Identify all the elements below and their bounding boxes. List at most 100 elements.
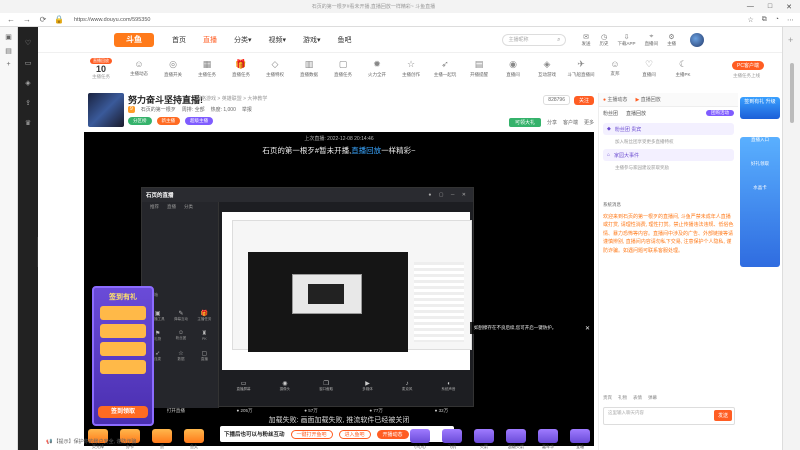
header-icon-item[interactable]: ⇩ 下载APP — [618, 33, 636, 47]
category-item[interactable]: ☾ 主播PK — [666, 57, 700, 87]
collections-icon[interactable]: ▤ — [0, 47, 17, 55]
gift-item[interactable]: 飞机 — [438, 429, 466, 450]
video-player[interactable]: 上次直播: 2022-12-08 20:14:46 石页的第一根歹#暂未开播,直… — [84, 132, 594, 446]
host-name[interactable]: 石页的第一根歹 — [141, 106, 176, 113]
send-button[interactable]: 发送 — [713, 410, 732, 421]
task-counter[interactable]: 直播回放 10 主播任务 — [84, 57, 118, 87]
category-item[interactable]: ✹ 火力全开 — [360, 57, 394, 87]
chat-tool[interactable]: 表情 — [633, 395, 642, 401]
header-icon-item[interactable]: ✉ 发送 — [582, 33, 591, 47]
header-icon-item[interactable]: ◷ 历史 — [600, 33, 609, 47]
nav-item[interactable]: 鱼吧 — [338, 35, 352, 45]
report-link[interactable]: 举报 — [242, 106, 252, 113]
profile-icon[interactable]: ◔ — [775, 16, 779, 24]
category-item[interactable]: ◈ 互动游戏 — [530, 57, 564, 87]
header-icon-item[interactable]: ⌖ 直播间 — [645, 33, 659, 47]
tab-fanclub[interactable]: 粉丝团 — [603, 110, 618, 117]
promo-top[interactable]: 签到有礼 升级 — [740, 97, 780, 119]
nav-game[interactable]: ◈ — [18, 79, 38, 87]
nav-member[interactable]: ♛ — [18, 119, 38, 127]
menu-icon[interactable]: ⋯ — [787, 16, 794, 24]
refresh-icon[interactable]: ⟳ — [38, 15, 48, 24]
tabs-icon[interactable]: ▣ — [0, 33, 17, 41]
nav-item[interactable]: 分类▾ — [234, 35, 252, 45]
room-tag[interactable]: 新主播 — [156, 117, 180, 125]
nav-item[interactable]: 首页 — [172, 35, 186, 45]
star-icon[interactable]: ☆ — [747, 16, 753, 24]
source-item[interactable]: ◖ 系统声音 — [441, 381, 455, 392]
fanclub-item[interactable]: ◆ 粉丝团 贵宾 — [603, 123, 734, 135]
category-item[interactable]: ◉ 直播间 — [496, 57, 530, 87]
source-item[interactable]: ▶ 多媒体 — [362, 380, 373, 392]
category-item[interactable]: ◎ 直播开关 — [156, 57, 190, 87]
gift-item[interactable]: 小心心 — [406, 429, 434, 450]
chat-tool[interactable]: 弹幕 — [648, 395, 657, 401]
toolbox-item[interactable]: ☺ 粉丝团 — [169, 330, 192, 342]
toolbox-item[interactable]: ▢ 直播 — [193, 350, 216, 362]
search-icon[interactable]: ⌕ — [557, 35, 560, 46]
preview-tab[interactable]: 直播 — [167, 204, 176, 210]
nav-live[interactable]: ▭ — [18, 59, 38, 67]
toolbox-item[interactable]: 🎁 主播任务 — [193, 310, 216, 322]
category-item[interactable]: ▦ 主播任务 — [190, 57, 224, 87]
nav-follow[interactable]: ♡ — [18, 39, 38, 47]
extensions-icon[interactable]: ⧉ — [762, 16, 767, 24]
room-tag[interactable]: 分区榜 — [128, 117, 152, 125]
signin-widget[interactable]: 签到有礼 签到领取 — [92, 286, 154, 426]
signin-button[interactable]: 签到领取 — [98, 406, 148, 418]
source-item[interactable]: ▭ 直播屏幕 — [237, 380, 251, 392]
chat-tool[interactable]: 礼物 — [618, 395, 627, 401]
category-item[interactable]: ▤ 开播提醒 — [462, 57, 496, 87]
gift-item[interactable]: 嘉年华 — [534, 429, 562, 450]
follow-button[interactable]: 关注 — [573, 95, 594, 105]
scrollbar-thumb[interactable] — [790, 63, 794, 123]
back-icon[interactable]: ← — [6, 15, 16, 24]
room-action[interactable]: 客户端 — [563, 119, 578, 126]
url-field[interactable]: https://www.douyu.com/595350 — [74, 17, 741, 23]
replay-link[interactable]: 直播回放 — [351, 146, 381, 155]
toolbox-item[interactable]: ✎ 弹幕互动 — [169, 310, 192, 322]
category-item[interactable]: ▢ 直播任务 — [326, 57, 360, 87]
room-tag[interactable]: 超级主播 — [185, 117, 213, 125]
category-item[interactable]: ▥ 直播数据 — [292, 57, 326, 87]
preview-tab[interactable]: 分类 — [184, 204, 193, 210]
panel-head-replay[interactable]: ▶ 直播回放 — [635, 96, 660, 103]
chat-input[interactable]: 这里输入聊天内容 发送 — [603, 407, 735, 425]
home-event-item[interactable]: ⌂ 家园大事件 — [603, 149, 734, 161]
close-icon[interactable]: ✕ — [585, 325, 590, 332]
category-item[interactable]: ✈ 斗飞船直播间 — [564, 57, 598, 87]
room-action[interactable]: 分享 — [547, 119, 557, 126]
category-item[interactable]: ☺ 友邦 — [598, 57, 632, 87]
forward-icon[interactable]: → — [22, 15, 32, 24]
gift-claim-button[interactable]: 可领大礼 — [508, 118, 541, 127]
chat-tool[interactable]: 贵宾 — [603, 395, 612, 401]
add-icon[interactable]: + — [0, 61, 17, 68]
category-item[interactable]: ♡ 直播间 — [632, 57, 666, 87]
group-buy-pill[interactable]: 团购活动 — [706, 110, 734, 116]
promo-item[interactable]: 水晶卡 — [740, 185, 780, 191]
gift-item[interactable]: 赞 — [148, 429, 176, 450]
avatar[interactable] — [690, 32, 705, 47]
gift-item[interactable]: 鱼丸 — [180, 429, 208, 450]
add-icon[interactable]: + — [788, 35, 793, 45]
room-avatar[interactable] — [88, 93, 124, 127]
category-item[interactable]: ◇ 主播特权 — [258, 57, 292, 87]
search-input[interactable]: 主播昵称 ⌕ — [501, 33, 566, 46]
category-item[interactable]: ➶ 主播一起玩 — [428, 57, 462, 87]
site-logo[interactable]: 斗鱼 — [114, 32, 154, 47]
minimize-button[interactable]: — — [747, 3, 754, 11]
preview-tab[interactable]: 推荐 — [150, 204, 159, 210]
tab-replay[interactable]: 直播回放 — [626, 110, 646, 117]
nav-item[interactable]: 游戏▾ — [303, 35, 321, 45]
promo-sidebar[interactable]: 签到有礼 升级 直播入口好礼领取水晶卡 — [740, 97, 780, 267]
promo-item[interactable]: 直播入口 — [740, 137, 780, 143]
close-button[interactable]: ✕ — [786, 3, 792, 11]
room-action[interactable]: 更多 — [584, 119, 594, 126]
gift-item[interactable]: 火箭 — [470, 429, 498, 450]
category-item[interactable]: 🎁 直播任务 — [224, 57, 258, 87]
pc-client-button[interactable]: PC客户端 — [732, 61, 764, 70]
nav-publish[interactable]: ⇪ — [18, 99, 38, 107]
header-icon-item[interactable]: ⚙ 主播 — [667, 33, 676, 47]
nav-item[interactable]: 视频▾ — [269, 35, 287, 45]
promo-item[interactable]: 好礼领取 — [740, 161, 780, 167]
